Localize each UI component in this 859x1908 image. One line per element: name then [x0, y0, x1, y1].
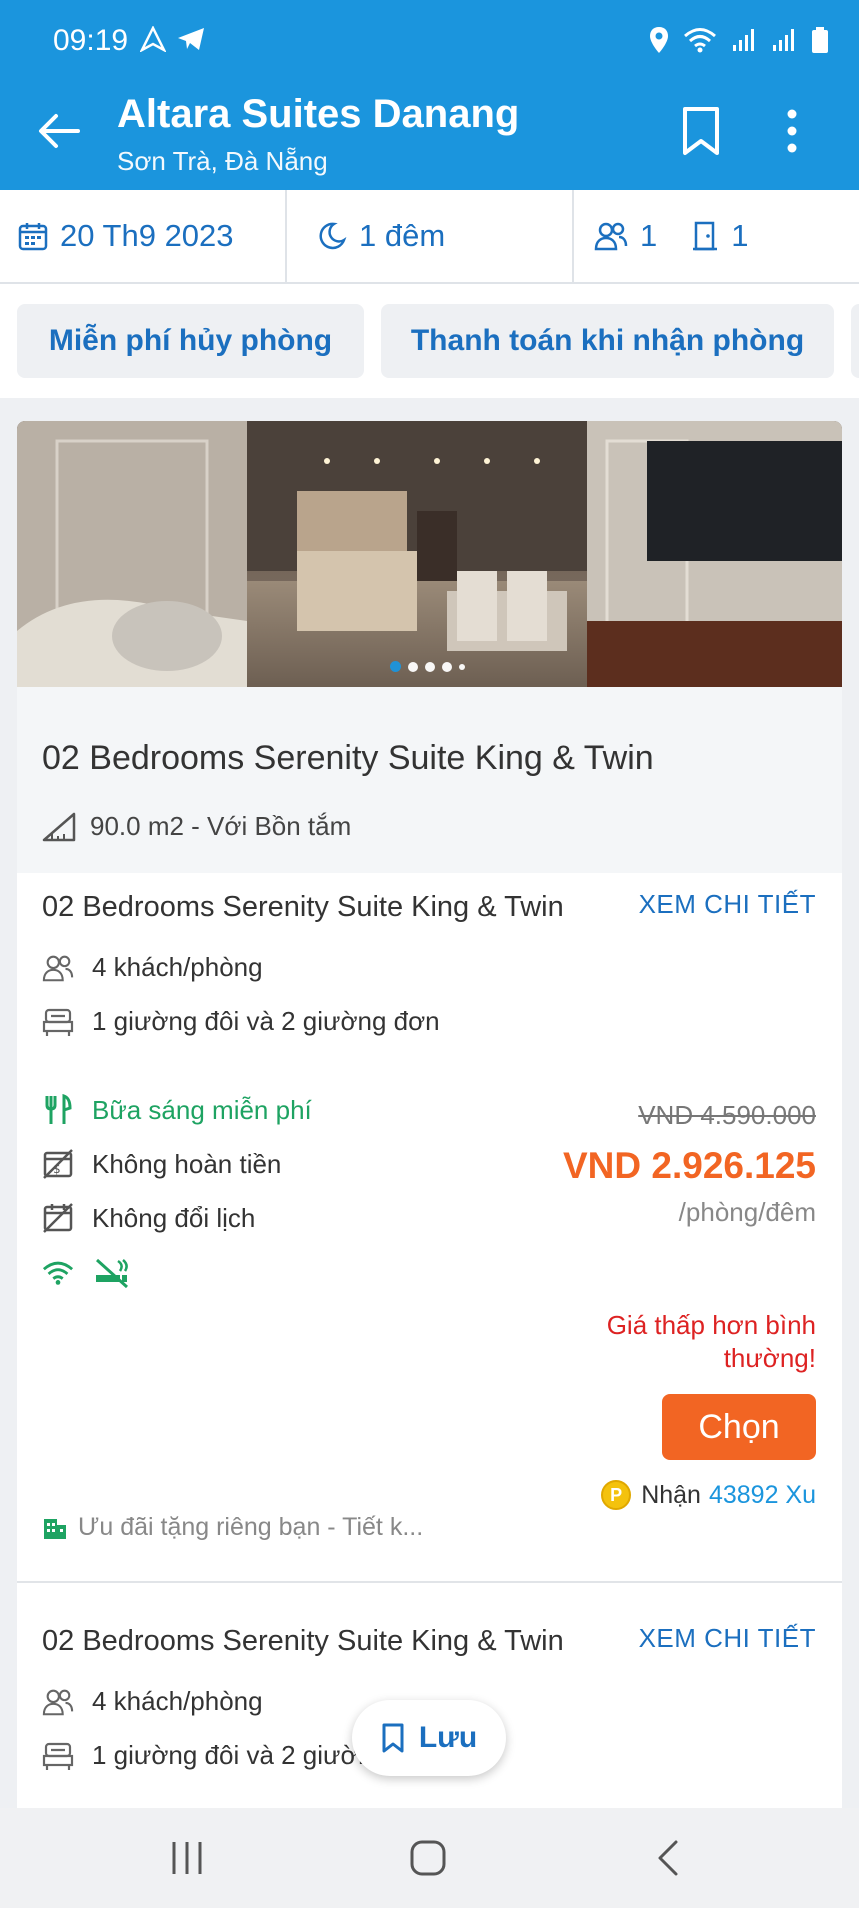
loyalty-points: P Nhận 43892 Xu [601, 1480, 816, 1510]
ruler-triangle-icon [42, 812, 76, 841]
bed-icon [42, 1008, 74, 1036]
door-icon [693, 221, 718, 251]
date-label: 20 Th9 2023 [60, 218, 234, 253]
status-time: 09:19 [53, 24, 129, 57]
no-smoking-icon [95, 1258, 129, 1289]
price-unit: /phòng/đêm [678, 1197, 816, 1227]
bed-label: 1 giường đôi và 2 giườ... [92, 1740, 380, 1770]
room-size: 90.0 m2 - Với Bồn tắm [42, 811, 351, 842]
location-icon [650, 27, 668, 53]
calendar-icon [18, 223, 48, 251]
svg-text:$: $ [53, 1162, 61, 1176]
bed-row: 1 giường đôi và 2 giường đơn [42, 1006, 440, 1037]
reschedule-row: Không đổi lịch [42, 1202, 255, 1234]
capacity-label: 4 khách/phòng [92, 952, 263, 982]
breakfast-row: Bữa sáng miễn phí [42, 1094, 312, 1126]
chip-pay-at-hotel[interactable]: Thanh toán khi nhận phòng [381, 304, 834, 378]
signal-icon-2 [773, 29, 794, 51]
signal-icon [733, 29, 754, 51]
carousel-dots [390, 661, 465, 672]
hotel-building-icon [44, 1518, 66, 1539]
room-header: 02 Bedrooms Serenity Suite King & Twin 9… [17, 687, 842, 873]
reschedule-label: Không đổi lịch [92, 1202, 256, 1233]
bed-label: 1 giường đôi và 2 giường đơn [92, 1006, 440, 1036]
back-arrow-icon[interactable] [36, 108, 82, 154]
capacity-row: 4 khách/phòng [42, 1686, 263, 1717]
navigation-arrow-icon [140, 26, 166, 52]
rate-divider [17, 1581, 842, 1583]
rate-name: 02 Bedrooms Serenity Suite King & Twin [42, 1625, 564, 1657]
back-icon[interactable] [652, 1838, 682, 1878]
no-reschedule-icon [43, 1203, 73, 1233]
recent-apps-icon[interactable] [170, 1838, 204, 1878]
room-card: 02 Bedrooms Serenity Suite King & Twin 9… [17, 421, 842, 1908]
room-photo [17, 421, 842, 687]
search-summary: 20 Th9 2023 1 đêm 1 1 [0, 190, 859, 284]
save-label: Lưu [418, 1721, 478, 1754]
carousel-dot [425, 661, 435, 672]
chip-free-cancellation[interactable]: Miễn phí hủy phòng [17, 304, 364, 378]
carousel-dot [390, 661, 401, 672]
choose-button[interactable]: Chọn [662, 1394, 816, 1460]
original-price: VND 4.590.000 [638, 1100, 816, 1130]
home-icon[interactable] [408, 1838, 448, 1878]
amenity-icons [42, 1257, 148, 1289]
breakfast-label: Bữa sáng miễn phí [92, 1094, 312, 1125]
guests-icon [42, 955, 74, 981]
capacity-row: 4 khách/phòng [42, 952, 263, 983]
discounted-price: VND 2.926.125 [562, 1145, 816, 1186]
date-selector[interactable]: 20 Th9 2023 [0, 190, 287, 282]
filter-chips: Miễn phí hủy phòng Thanh toán khi nhận p… [0, 284, 859, 398]
points-value: 43892 Xu [708, 1480, 816, 1509]
app-header: Altara Suites Danang Sơn Trà, Đà Nẵng [0, 72, 859, 190]
carousel-dot [459, 663, 465, 670]
nights-label: 1 đêm [359, 218, 446, 253]
bookmark-icon[interactable] [680, 106, 722, 156]
telegram-icon [178, 28, 204, 50]
wifi-icon [42, 1261, 74, 1285]
system-nav-bar [0, 1808, 859, 1908]
nights-selector[interactable]: 1 đêm [287, 190, 574, 282]
bed-icon [42, 1742, 74, 1770]
refund-label: Không hoàn tiền [92, 1148, 282, 1179]
guests-count: 1 [640, 218, 658, 253]
moon-icon [319, 222, 347, 250]
carousel-dot [442, 661, 452, 672]
fork-knife-icon [45, 1094, 72, 1124]
guests-icon [42, 1689, 74, 1715]
rooms-count: 1 [731, 218, 749, 253]
more-vert-icon[interactable] [782, 108, 802, 154]
guests-icon [594, 222, 628, 251]
bed-row: 1 giường đôi và 2 giườ... [42, 1740, 379, 1771]
status-bar: 09:19 [0, 0, 859, 72]
coin-icon: P [601, 1480, 632, 1510]
wifi-icon [684, 28, 716, 53]
room-size-label: 90.0 m2 - Với Bồn tắm [90, 811, 352, 841]
rate-name: 02 Bedrooms Serenity Suite King & Twin [42, 891, 564, 923]
capacity-label: 4 khách/phòng [92, 1686, 263, 1716]
no-refund-icon: $ [43, 1149, 73, 1179]
carousel-dot [408, 661, 418, 672]
bookmark-icon [382, 1723, 404, 1753]
view-details-link[interactable]: XEM CHI TIẾT [639, 1623, 816, 1654]
room-photo-carousel[interactable] [17, 421, 842, 687]
save-button[interactable]: Lưu [352, 1700, 506, 1776]
battery-icon [812, 27, 828, 53]
promo-label: Ưu đãi tặng riêng bạn - Tiết k... [78, 1513, 424, 1541]
promo-row[interactable]: Ưu đãi tặng riêng bạn - Tiết k... [42, 1513, 423, 1542]
room-name: 02 Bedrooms Serenity Suite King & Twin [42, 739, 654, 777]
deal-message: Giá thấp hơn bình thường! [606, 1310, 816, 1373]
points-prefix: Nhận [641, 1480, 701, 1509]
hotel-location: Sơn Trà, Đà Nẵng [117, 146, 328, 176]
chip-more[interactable] [851, 304, 859, 378]
guests-rooms-selector[interactable]: 1 1 [574, 190, 859, 282]
view-details-link[interactable]: XEM CHI TIẾT [639, 889, 816, 920]
refund-row: $ Không hoàn tiền [42, 1148, 281, 1180]
hotel-title: Altara Suites Danang [117, 92, 520, 136]
